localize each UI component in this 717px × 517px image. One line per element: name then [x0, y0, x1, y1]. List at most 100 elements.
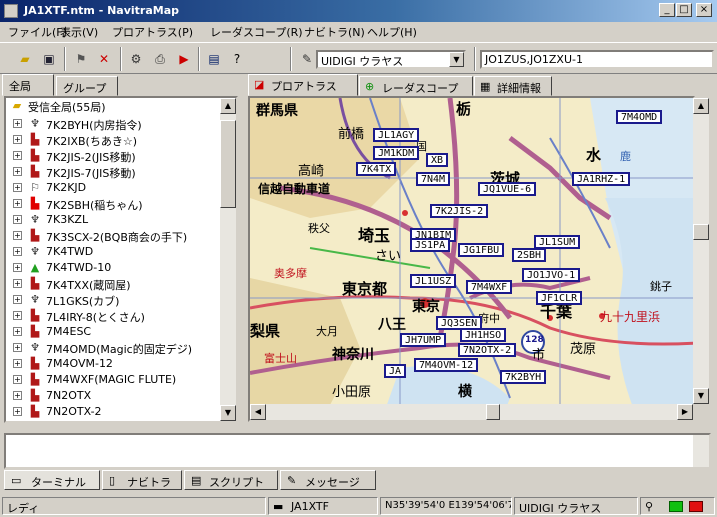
scroll-thumb[interactable]: [486, 404, 500, 420]
path-input[interactable]: JO1ZUS,JO1ZXU-1: [480, 50, 714, 69]
map-vertical-scrollbar[interactable]: ▲ ▼: [693, 98, 709, 404]
station-select-value: UIDIGI ウラヤス: [321, 55, 404, 68]
map-label: さい: [375, 249, 402, 264]
tab-terminal[interactable]: ▭ ターミナル: [4, 470, 100, 490]
expand-icon[interactable]: +: [13, 199, 22, 208]
expand-icon[interactable]: +: [13, 295, 22, 304]
station-icon: ⚐: [30, 181, 40, 194]
station-marker[interactable]: 7K2BYH: [500, 370, 547, 384]
minimize-button[interactable]: _: [659, 3, 675, 17]
expand-icon[interactable]: +: [13, 247, 22, 256]
scroll-thumb[interactable]: [220, 120, 236, 208]
expand-icon[interactable]: +: [13, 167, 22, 176]
tab-script[interactable]: ▤ スクリプト: [184, 470, 278, 490]
map-label: 梨県: [250, 322, 281, 340]
chevron-down-icon[interactable]: ▼: [449, 52, 464, 67]
station-marker[interactable]: JL1USZ: [410, 274, 457, 288]
menu-proatlas[interactable]: プロアトラス(P): [112, 24, 193, 40]
filter-icon[interactable]: ⚙: [125, 48, 147, 70]
expand-icon[interactable]: +: [13, 359, 22, 368]
car-icon: ▙: [30, 165, 40, 178]
app-icon[interactable]: [4, 4, 18, 18]
tab-groups[interactable]: グループ: [56, 76, 118, 96]
expand-icon[interactable]: +: [13, 231, 22, 240]
station-marker[interactable]: JL1AGY: [373, 128, 420, 142]
station-select[interactable]: UIDIGI ウラヤス ▼: [316, 50, 466, 69]
scroll-left-button[interactable]: ◀: [250, 404, 266, 420]
station-marker[interactable]: 7K2JIS-2: [430, 204, 489, 218]
station-marker[interactable]: JH7UMP: [400, 333, 447, 347]
station-marker[interactable]: JA: [384, 364, 407, 378]
station-marker[interactable]: 2SBH: [512, 248, 547, 262]
station-marker[interactable]: JH1HSO: [460, 328, 507, 342]
menu-view[interactable]: 表示(V): [60, 24, 98, 40]
expand-icon[interactable]: +: [13, 391, 22, 400]
book-icon[interactable]: ▤: [203, 48, 225, 70]
station-marker[interactable]: JF1CLR: [536, 291, 583, 305]
expand-icon[interactable]: +: [13, 183, 22, 192]
close-button[interactable]: ×: [696, 3, 712, 17]
station-marker[interactable]: XB: [426, 153, 449, 167]
station-marker[interactable]: JO1JVO-1: [522, 268, 581, 282]
tab-navitra[interactable]: ▯ ナビトラ: [102, 470, 182, 490]
station-marker[interactable]: JS1PA: [410, 238, 451, 252]
play-log-icon[interactable]: ▶: [173, 48, 195, 70]
expand-icon[interactable]: +: [13, 135, 22, 144]
scroll-corner: [693, 404, 709, 420]
tab-radarscope-label: レーダスコープ: [382, 82, 459, 95]
scroll-up-button[interactable]: ▲: [220, 98, 236, 114]
menu-radarscope[interactable]: レーダスコープ(R): [210, 24, 303, 40]
expand-icon[interactable]: +: [13, 215, 22, 224]
station-marker[interactable]: 7K4TX: [356, 162, 397, 176]
map-horizontal-scrollbar[interactable]: ◀ ▶: [250, 404, 693, 420]
expand-icon[interactable]: +: [13, 263, 22, 272]
open-folder-icon[interactable]: ▰: [14, 48, 36, 70]
tab-all-stations[interactable]: 全局: [2, 74, 54, 96]
scroll-up-button[interactable]: ▲: [693, 98, 709, 114]
map-view[interactable]: 群馬県 前橋 高崎 信越自動車道 秩父 埼玉 さい 奥多摩 東京都 東京 八王 …: [248, 96, 695, 422]
map-label: 秩父: [308, 222, 330, 235]
tab-message[interactable]: ✎ メッセージ: [280, 470, 376, 490]
scroll-thumb[interactable]: [693, 224, 709, 240]
scroll-down-button[interactable]: ▼: [220, 405, 236, 421]
print-icon[interactable]: ⎙: [149, 48, 171, 70]
expand-icon[interactable]: +: [13, 343, 22, 352]
tab-details[interactable]: ▦ 詳細情報: [474, 76, 552, 96]
terminal-output[interactable]: [4, 433, 711, 469]
tab-radarscope[interactable]: ⊕ レーダスコープ: [359, 76, 473, 96]
expand-icon[interactable]: +: [13, 407, 22, 416]
car-icon: ▙: [30, 405, 40, 418]
expand-icon[interactable]: +: [13, 311, 22, 320]
station-marker[interactable]: 7N4M: [416, 172, 451, 186]
navitra-icon: ▯: [109, 474, 116, 487]
expand-icon[interactable]: +: [13, 375, 22, 384]
tree-scrollbar[interactable]: ▲ ▼: [220, 98, 236, 421]
expand-icon[interactable]: +: [13, 151, 22, 160]
scroll-right-button[interactable]: ▶: [677, 404, 693, 420]
menu-help[interactable]: ヘルプ(H): [367, 24, 417, 40]
station-marker[interactable]: JL1SUM: [534, 235, 581, 249]
station-marker[interactable]: 7N2OTX-2: [458, 343, 517, 357]
delete-icon[interactable]: ✕: [93, 48, 115, 70]
car-icon: ▙: [30, 277, 40, 290]
menu-file[interactable]: ファイル(F): [8, 24, 67, 40]
expand-icon[interactable]: +: [13, 119, 22, 128]
maximize-button[interactable]: □: [676, 3, 692, 17]
terminal-scrollbar[interactable]: [693, 435, 709, 467]
tab-proatlas[interactable]: ◪ プロアトラス: [248, 74, 358, 96]
station-marker[interactable]: JM1KDM: [373, 146, 420, 160]
station-marker[interactable]: 7M4OVM-12: [414, 358, 479, 372]
station-marker[interactable]: 7M4OMD: [616, 110, 663, 124]
station-marker[interactable]: JQ1VUE-6: [478, 182, 537, 196]
station-marker[interactable]: JA1RHZ-1: [572, 172, 631, 186]
scroll-down-button[interactable]: ▼: [693, 388, 709, 404]
stations-icon[interactable]: ⚑: [70, 48, 92, 70]
station-marker[interactable]: JG1FBU: [458, 243, 505, 257]
menu-navitra[interactable]: ナビトラ(N): [304, 24, 365, 40]
expand-icon[interactable]: +: [13, 327, 22, 336]
save-icon[interactable]: ▣: [38, 48, 60, 70]
help-icon[interactable]: ?: [226, 48, 248, 70]
map-label: 八王: [378, 317, 406, 333]
station-marker[interactable]: 7M4WXF: [466, 280, 513, 294]
expand-icon[interactable]: +: [13, 279, 22, 288]
